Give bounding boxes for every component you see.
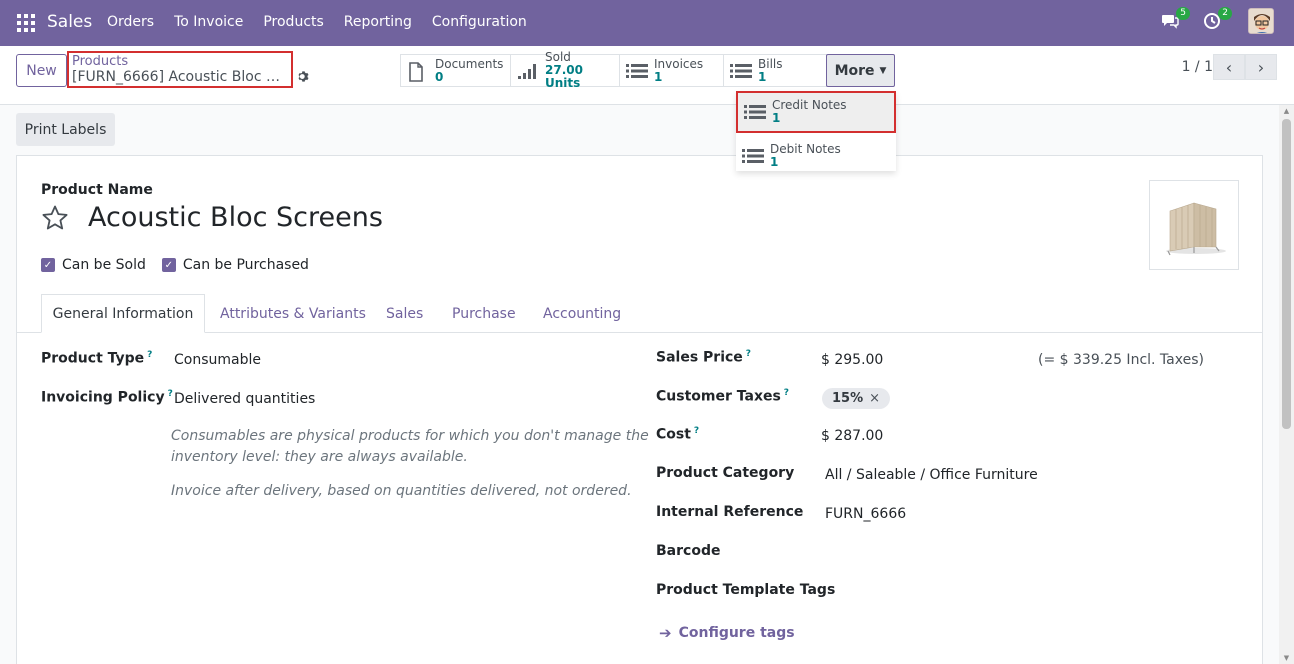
sales-price-label: Sales Price? [656, 349, 752, 366]
product-type-label: Product Type? [41, 350, 153, 367]
can-be-sold-checkbox[interactable]: ✓ [41, 258, 55, 272]
product-name-label: Product Name [41, 182, 153, 198]
pager-next-button[interactable]: › [1245, 54, 1277, 80]
pager-previous-button[interactable]: ‹ [1213, 54, 1245, 80]
invoice-policy-hint: Invoice after delivery, based on quantit… [171, 483, 632, 499]
internal-reference-label: Internal Reference [656, 504, 804, 520]
apps-grid-icon[interactable] [17, 14, 35, 32]
can-be-sold-label: Can be Sold [62, 257, 146, 273]
product-flags: ✓ Can be Sold ✓ Can be Purchased [41, 257, 325, 273]
sales-price-field[interactable]: $ 295.00 [821, 352, 883, 368]
bills-smart-button[interactable]: Bills 1 [723, 54, 827, 87]
product-category-label: Product Category [656, 465, 795, 481]
file-icon [407, 61, 429, 82]
product-category-field[interactable]: All / Saleable / Office Furniture [825, 467, 1038, 483]
consumable-hint: Consumables are physical products for wh… [171, 428, 649, 465]
new-button[interactable]: New [16, 54, 67, 87]
invoices-smart-button[interactable]: Invoices 1 [619, 54, 724, 87]
customer-tax-tag[interactable]: 15% × [822, 388, 891, 409]
credit-notes-smart-button[interactable]: Credit Notes 1 [736, 91, 896, 133]
smart-buttons: Documents 0 Sold 27.00 Units Invoices 1 [400, 51, 827, 90]
tab-purchase[interactable]: Purchase [452, 294, 516, 333]
tab-accounting[interactable]: Accounting [543, 294, 621, 333]
invoicing-policy-label: Invoicing Policy? [41, 389, 173, 406]
tab-attributes-variants[interactable]: Attributes & Variants [220, 294, 366, 333]
cost-label: Cost? [656, 426, 700, 443]
messages-badge: 5 [1176, 7, 1190, 20]
more-dropdown-menu: Credit Notes 1 Debit Notes 1 [736, 91, 896, 171]
pager-buttons: ‹ › [1213, 54, 1277, 80]
sales-price-incl-taxes: (= $ 339.25 Incl. Taxes) [1038, 352, 1204, 368]
barcode-label: Barcode [656, 543, 721, 559]
notebook-tabs: General Information Attributes & Variant… [17, 294, 1262, 333]
bar-chart-icon [517, 62, 539, 80]
breadcrumb: Products [FURN_6666] Acoustic Bloc Scree… [67, 51, 293, 88]
caret-down-icon: ▼ [879, 65, 887, 76]
messages-icon[interactable]: 5 [1158, 7, 1190, 33]
tab-sales[interactable]: Sales [386, 294, 423, 333]
breadcrumb-current: [FURN_6666] Acoustic Bloc Screens [72, 69, 288, 85]
scroll-down-icon[interactable]: ▼ [1282, 654, 1291, 662]
help-tooltip-icon[interactable]: ? [784, 388, 789, 398]
customer-taxes-label: Customer Taxes? [656, 388, 790, 405]
product-type-field[interactable]: Consumable [174, 352, 261, 368]
user-avatar[interactable] [1248, 8, 1274, 34]
documents-smart-button[interactable]: Documents 0 [400, 54, 511, 87]
list-icon [730, 62, 752, 80]
print-labels-button[interactable]: Print Labels [16, 113, 115, 146]
chevron-right-icon: › [1257, 57, 1265, 77]
arrow-right-icon: ➔ [659, 624, 672, 642]
list-icon [744, 103, 766, 121]
main-menu: Orders To Invoice Products Reporting Con… [107, 14, 547, 30]
product-image[interactable] [1149, 180, 1239, 270]
help-tooltip-icon[interactable]: ? [694, 426, 699, 436]
template-tags-label: Product Template Tags [656, 582, 836, 598]
chevron-left-icon: ‹ [1225, 57, 1233, 77]
activities-badge: 2 [1218, 7, 1232, 20]
tab-general-information[interactable]: General Information [41, 294, 205, 333]
control-panel: New Products [FURN_6666] Acoustic Bloc S… [0, 46, 1294, 105]
pager-value[interactable]: 1 / 1 [1182, 59, 1213, 75]
invoicing-policy-field[interactable]: Delivered quantities [174, 391, 315, 407]
list-icon [626, 62, 648, 80]
can-be-purchased-checkbox[interactable]: ✓ [161, 258, 176, 272]
internal-reference-field[interactable]: FURN_6666 [825, 506, 906, 522]
activities-icon[interactable]: 2 [1200, 7, 1232, 33]
product-name-field[interactable]: Acoustic Bloc Screens [88, 202, 383, 233]
menu-products[interactable]: Products [263, 14, 323, 30]
form-sheet: Product Name Acoustic Bloc Screens ✓ Can… [16, 155, 1263, 664]
gear-icon[interactable] [297, 70, 311, 84]
app-name[interactable]: Sales [47, 12, 92, 32]
more-dropdown-button[interactable]: More ▼ [826, 54, 895, 87]
menu-reporting[interactable]: Reporting [344, 14, 412, 30]
configure-tags-link[interactable]: ➔ Configure tags [659, 624, 795, 642]
help-tooltip-icon[interactable]: ? [746, 349, 751, 359]
help-tooltip-icon[interactable]: ? [168, 389, 173, 399]
list-icon [742, 147, 764, 165]
menu-orders[interactable]: Orders [107, 14, 154, 30]
sold-smart-button[interactable]: Sold 27.00 Units [510, 51, 620, 90]
debit-notes-smart-button[interactable]: Debit Notes 1 [736, 135, 896, 177]
star-icon[interactable] [41, 204, 69, 232]
cost-field[interactable]: $ 287.00 [821, 428, 883, 444]
breadcrumb-parent-link[interactable]: Products [72, 55, 288, 69]
menu-to-invoice[interactable]: To Invoice [174, 14, 243, 30]
top-navbar: Sales Orders To Invoice Products Reporti… [0, 0, 1294, 46]
can-be-purchased-label: Can be Purchased [182, 257, 309, 273]
scroll-up-icon[interactable]: ▲ [1282, 107, 1291, 115]
menu-configuration[interactable]: Configuration [432, 14, 527, 30]
page-scrollbar[interactable]: ▲ ▼ [1279, 105, 1294, 664]
scroll-thumb[interactable] [1282, 119, 1291, 429]
remove-tag-icon[interactable]: × [869, 391, 880, 406]
help-tooltip-icon[interactable]: ? [147, 350, 152, 360]
navbar-systray: 5 2 [1140, 7, 1274, 34]
